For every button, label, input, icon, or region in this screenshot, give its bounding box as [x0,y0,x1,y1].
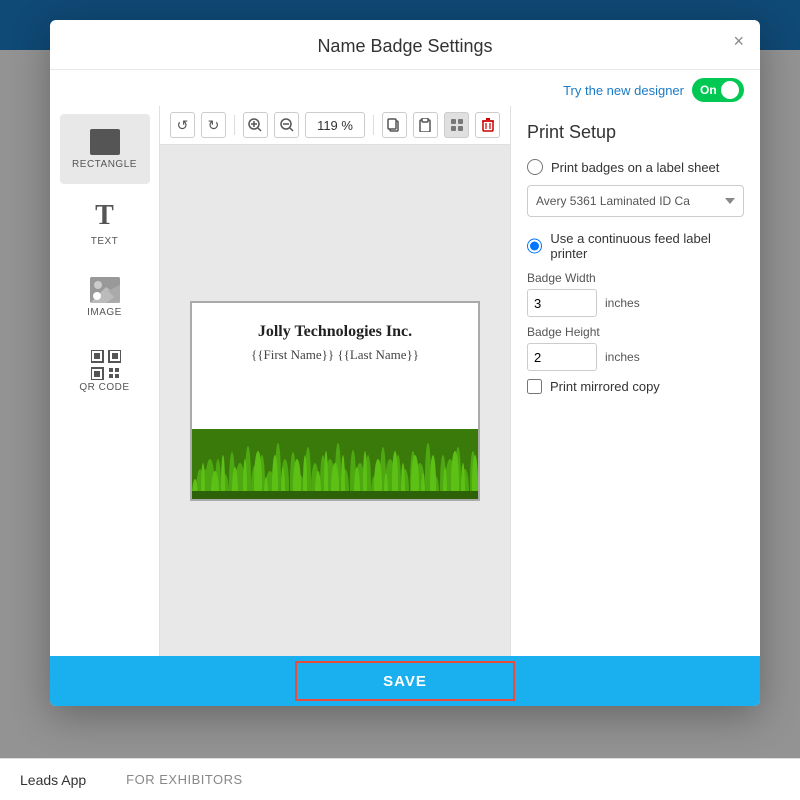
designer-toggle[interactable]: On [692,78,744,102]
badge-height-label: Badge Height [527,325,744,339]
badge-canvas: Jolly Technologies Inc. {{First Name}} {… [160,145,510,656]
label-sheet-dropdown[interactable]: Avery 5361 Laminated ID Ca [527,185,744,217]
modal-body: RECTANGLE T TEXT IMAGE [50,106,760,656]
zoom-in-button[interactable] [243,112,268,138]
modal-header: Name Badge Settings × [50,20,760,70]
label-sheet-label: Print badges on a label sheet [551,160,719,175]
toolbar-item-image[interactable]: IMAGE [60,262,150,332]
image-icon [90,277,120,303]
toolbar-item-rectangle[interactable]: RECTANGLE [60,114,150,184]
badge-height-unit: inches [605,350,640,364]
mirror-option: Print mirrored copy [527,379,744,394]
zoom-value-input[interactable] [305,112,365,138]
badge-text-area: Jolly Technologies Inc. {{First Name}} {… [241,303,429,429]
zoom-out-button[interactable] [274,112,299,138]
redo-button[interactable]: ↻ [201,112,226,138]
print-setup-title: Print Setup [527,122,744,143]
text-label: TEXT [91,236,119,247]
undo-button[interactable]: ↺ [170,112,195,138]
badge-width-label: Badge Width [527,271,744,285]
for-exhibitors-label: FOR EXHIBITORS [126,772,243,787]
save-button[interactable]: SAVE [295,661,515,701]
qrcode-label: QR CODE [79,382,129,393]
copy-button[interactable] [382,112,407,138]
canvas-area: ↺ ↻ [160,106,510,656]
label-sheet-option: Print badges on a label sheet [527,159,744,175]
left-toolbar: RECTANGLE T TEXT IMAGE [50,106,160,656]
continuous-feed-label: Use a continuous feed label printer [550,231,744,261]
bottom-app-bar: Leads App FOR EXHIBITORS [0,758,800,800]
continuous-feed-option: Use a continuous feed label printer [527,231,744,261]
paste-button[interactable] [413,112,438,138]
badge-name-field: {{First Name}} {{Last Name}} [251,347,419,363]
badge-grass-image [192,429,478,499]
rectangle-label: RECTANGLE [72,159,137,170]
mirror-label: Print mirrored copy [550,379,660,394]
delete-button[interactable] [475,112,500,138]
close-button[interactable]: × [733,32,744,50]
badge-width-unit: inches [605,296,640,310]
badge-height-input[interactable] [527,343,597,371]
layout-button[interactable] [444,112,469,138]
badge-preview: Jolly Technologies Inc. {{First Name}} {… [190,301,480,501]
leads-app-label: Leads App [20,772,86,788]
badge-company-name: Jolly Technologies Inc. [251,323,419,341]
badge-width-input[interactable] [527,289,597,317]
separator-2 [373,115,374,135]
text-icon: T [95,200,114,232]
toggle-circle [721,81,739,99]
save-section: SAVE [50,656,760,706]
continuous-feed-radio[interactable] [527,238,542,254]
rectangle-icon [90,129,120,155]
label-sheet-radio[interactable] [527,159,543,175]
modal-title: Name Badge Settings [317,36,492,56]
image-label: IMAGE [87,307,122,318]
badge-height-row: inches [527,343,744,371]
designer-label: Try the new designer [563,83,684,98]
mirror-checkbox[interactable] [527,379,542,394]
designer-toggle-row: Try the new designer On [50,70,760,106]
qr-code-icon [91,350,119,378]
right-panel: Print Setup Print badges on a label shee… [510,106,760,656]
toolbar-item-text[interactable]: T TEXT [60,188,150,258]
toolbar-item-qrcode[interactable]: QR CODE [60,336,150,406]
badge-width-row: inches [527,289,744,317]
name-badge-settings-modal: Name Badge Settings × Try the new design… [50,20,760,706]
toggle-state-label: On [700,83,717,97]
zoom-toolbar: ↺ ↻ [160,106,510,145]
separator-1 [234,115,235,135]
